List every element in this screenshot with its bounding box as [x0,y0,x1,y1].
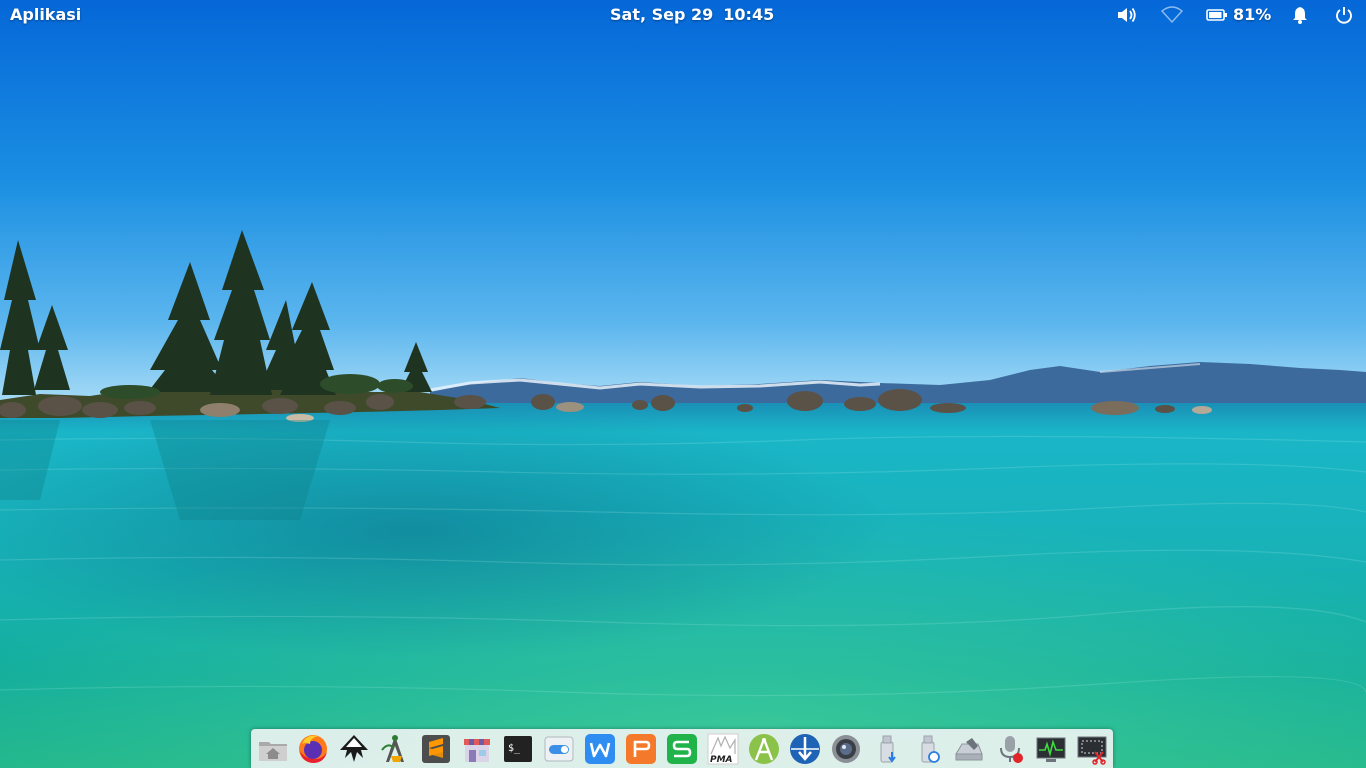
dock-item-terminal[interactable]: $_ [501,732,535,766]
dock-item-inkscape[interactable] [337,732,371,766]
time-label: 10:45 [723,5,775,24]
dock-item-usb-installer[interactable] [870,732,904,766]
dock-item-wps-writer[interactable] [583,732,617,766]
dock-item-settings-toggle[interactable] [542,732,576,766]
usb-drive-icon [880,735,896,763]
wifi-icon[interactable] [1160,5,1184,25]
inkscape-icon [340,735,368,762]
dock-item-android-studio[interactable] [747,732,781,766]
pma-icon: PMA [707,733,739,765]
dock-item-firefox[interactable] [296,732,330,766]
dock-item-screenshot-tool[interactable] [1075,732,1109,766]
screenshot-icon [1077,736,1107,765]
terminal-icon: $_ [504,736,532,762]
dock: $_ PMA [251,729,1113,768]
toggle-switch-icon [544,736,574,762]
dock-item-system-monitor[interactable] [1034,732,1068,766]
wps-presentation-icon [626,734,656,764]
store-icon [464,739,490,762]
battery-icon[interactable] [1206,5,1228,25]
dock-item-wps-presentation[interactable] [624,732,658,766]
disk-tool-icon [955,738,983,761]
pma-label: PMA [710,755,733,765]
android-studio-icon [749,734,779,764]
wps-writer-icon [585,734,615,764]
sublime-text-icon [422,735,450,763]
download-arrow-icon [790,734,820,764]
power-icon[interactable] [1335,5,1353,25]
wps-spreadsheets-icon [667,734,697,764]
top-panel: Aplikasi Sat, Sep 29 10:45 81% [0,0,1366,30]
terminal-prompt: $_ [508,743,521,754]
dock-item-voice-recorder[interactable] [993,732,1027,766]
dock-item-downloader[interactable] [788,732,822,766]
battery-percentage[interactable]: 81% [1233,4,1271,26]
dock-item-sublime-text[interactable] [419,732,453,766]
dock-item-disk-utility[interactable] [952,732,986,766]
applications-menu-button[interactable]: Aplikasi [10,4,81,26]
home-folder-icon [259,742,287,761]
compass-pen-icon [381,735,404,762]
dock-item-phpmyadmin[interactable]: PMA [706,732,740,766]
notification-bell-icon[interactable] [1291,5,1309,25]
dock-item-wps-spreadsheets[interactable] [665,732,699,766]
dock-item-vector-drawing-app[interactable] [378,732,412,766]
dock-item-appcenter[interactable] [460,732,494,766]
volume-icon[interactable] [1116,5,1138,25]
dock-item-usb-restore[interactable] [911,732,945,766]
firefox-icon [299,735,327,763]
system-monitor-icon [1036,737,1066,762]
date-time-indicator[interactable]: Sat, Sep 29 10:45 [610,4,774,26]
desktop: Aplikasi Sat, Sep 29 10:45 81% $_ PMA [0,0,1366,768]
usb-restore-icon [921,735,940,763]
microphone-icon [1000,736,1023,763]
dock-item-webcam[interactable] [829,732,863,766]
date-label: Sat, Sep 29 [610,5,714,24]
camera-lens-icon [832,735,860,763]
dock-item-file-manager[interactable] [256,732,290,766]
wallpaper [0,0,1366,768]
